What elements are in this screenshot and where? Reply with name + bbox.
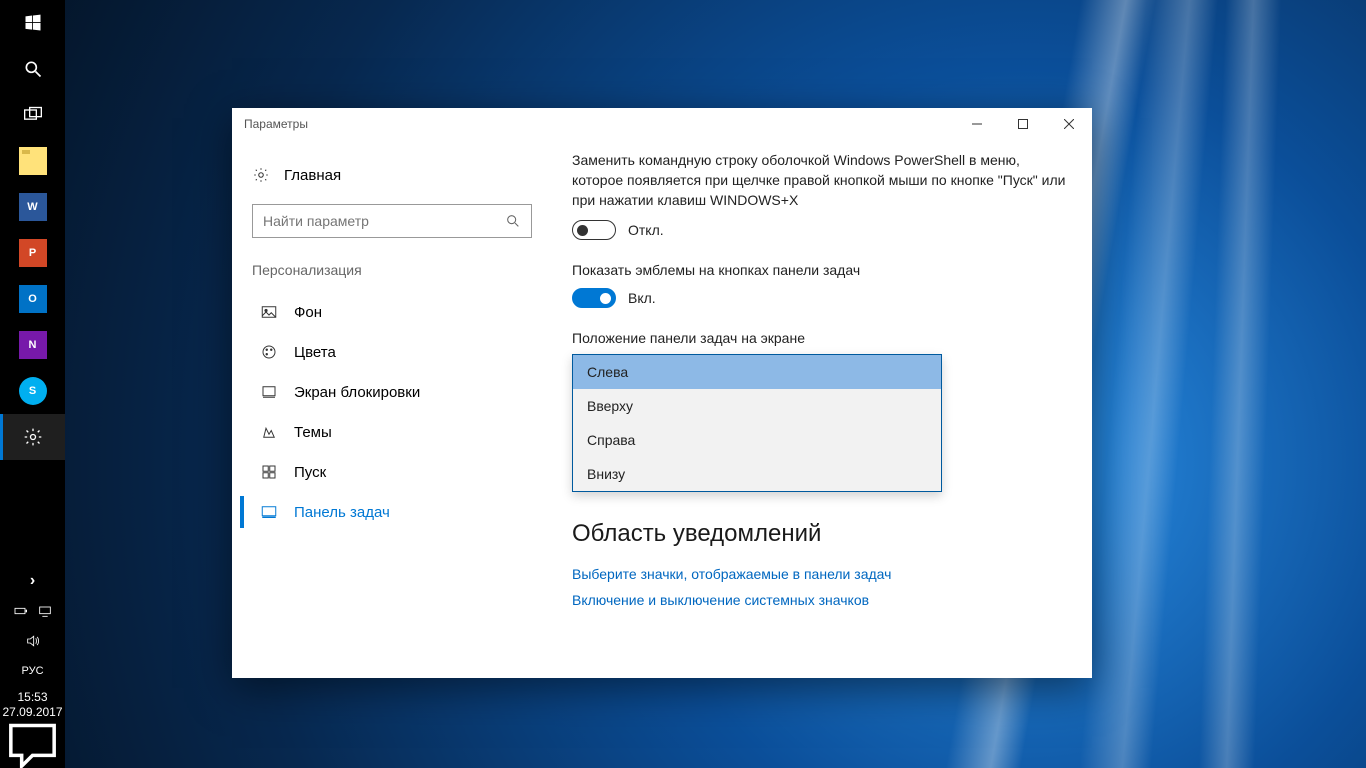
window-titlebar[interactable]: Параметры <box>232 108 1092 140</box>
link-select-icons[interactable]: Выберите значки, отображаемые в панели з… <box>572 566 1072 582</box>
link-system-icons[interactable]: Включение и выключение системных значков <box>572 592 1072 608</box>
taskbar-app-outlook[interactable]: O <box>0 276 65 322</box>
nav-start[interactable]: Пуск <box>240 452 544 492</box>
settings-window: Параметры Главная Персонализация Фон <box>232 108 1092 678</box>
image-icon <box>260 303 278 321</box>
nav-taskbar[interactable]: Панель задач <box>240 492 544 532</box>
close-button[interactable] <box>1046 108 1092 140</box>
nav-label: Темы <box>294 424 332 441</box>
minimize-button[interactable] <box>954 108 1000 140</box>
palette-icon <box>260 343 278 361</box>
taskbar-icon <box>260 503 278 521</box>
window-controls <box>954 108 1092 140</box>
explorer-icon <box>19 147 47 175</box>
powerpoint-icon: P <box>19 239 47 267</box>
start-button[interactable] <box>0 0 65 46</box>
action-center-icon <box>0 712 65 768</box>
nav-lockscreen[interactable]: Экран блокировки <box>240 372 544 412</box>
sidebar-home[interactable]: Главная <box>240 158 544 192</box>
dropdown-option-right[interactable]: Справа <box>573 423 941 457</box>
dropdown-option-top[interactable]: Вверху <box>573 389 941 423</box>
nav-themes[interactable]: Темы <box>240 412 544 452</box>
tray-language-button[interactable]: РУС <box>0 656 65 686</box>
notification-area-header: Область уведомлений <box>572 520 1072 548</box>
skype-icon: S <box>19 377 47 405</box>
windows-icon <box>23 13 43 33</box>
nav-label: Панель задач <box>294 504 390 521</box>
taskbar-position-dropdown[interactable]: Слева Вверху Справа Внизу <box>572 354 942 492</box>
taskbar-app-explorer[interactable] <box>0 138 65 184</box>
nav-colors[interactable]: Цвета <box>240 332 544 372</box>
system-tray: › РУС 15:53 27.09.2017 <box>0 566 65 768</box>
taskbar: W P O N S › РУС 15: <box>0 0 65 768</box>
task-view-button[interactable] <box>0 92 65 138</box>
sidebar-home-label: Главная <box>284 167 341 184</box>
toggle-powershell-switch[interactable] <box>572 220 616 240</box>
nav-label: Экран блокировки <box>294 384 420 401</box>
start-grid-icon <box>260 463 278 481</box>
toggle-badges-switch[interactable] <box>572 288 616 308</box>
nav-label: Пуск <box>294 464 326 481</box>
setting-position-label: Положение панели задач на экране <box>572 330 1072 346</box>
network-icon <box>37 603 53 619</box>
taskview-icon <box>23 105 43 125</box>
search-icon <box>505 213 521 229</box>
tray-overflow-button[interactable]: › <box>0 566 65 596</box>
toggle-knob <box>577 225 588 236</box>
language-indicator: РУС <box>21 665 43 677</box>
maximize-button[interactable] <box>1000 108 1046 140</box>
themes-icon <box>260 423 278 441</box>
nav-background[interactable]: Фон <box>240 292 544 332</box>
tray-battery-network-row[interactable] <box>0 596 65 626</box>
chevron-right-icon: › <box>30 572 35 590</box>
word-icon: W <box>19 193 47 221</box>
nav-label: Цвета <box>294 344 336 361</box>
volume-icon <box>25 633 41 649</box>
toggle-powershell-label: Откл. <box>628 222 664 238</box>
taskbar-app-skype[interactable]: S <box>0 368 65 414</box>
settings-content: Заменить командную строку оболочкой Wind… <box>552 140 1092 678</box>
window-title: Параметры <box>244 117 308 131</box>
battery-icon <box>13 603 29 619</box>
sidebar-section-title: Персонализация <box>240 256 544 292</box>
toggle-knob <box>600 293 611 304</box>
settings-sidebar: Главная Персонализация Фон Цвета Экран б… <box>232 140 552 678</box>
taskbar-top: W P O N S <box>0 0 65 460</box>
search-input[interactable] <box>263 213 505 229</box>
tray-volume-button[interactable] <box>0 626 65 656</box>
taskbar-search-button[interactable] <box>0 46 65 92</box>
taskbar-app-powerpoint[interactable]: P <box>0 230 65 276</box>
taskbar-app-word[interactable]: W <box>0 184 65 230</box>
dropdown-option-left[interactable]: Слева <box>573 355 941 389</box>
taskbar-app-onenote[interactable]: N <box>0 322 65 368</box>
settings-search[interactable] <box>252 204 532 238</box>
toggle-badges-label: Вкл. <box>628 290 656 306</box>
setting-badges-label: Показать эмблемы на кнопках панели задач <box>572 262 1072 278</box>
onenote-icon: N <box>19 331 47 359</box>
gear-icon <box>252 166 270 184</box>
search-icon <box>23 59 43 79</box>
nav-label: Фон <box>294 304 322 321</box>
action-center-button[interactable] <box>0 724 65 764</box>
toggle-badges: Вкл. <box>572 288 1072 308</box>
tray-time: 15:53 <box>2 690 62 705</box>
taskbar-spacer <box>0 460 65 566</box>
lockscreen-icon <box>260 383 278 401</box>
gear-icon <box>23 427 43 447</box>
taskbar-app-settings[interactable] <box>0 414 65 460</box>
outlook-icon: O <box>19 285 47 313</box>
settings-body: Главная Персонализация Фон Цвета Экран б… <box>232 140 1092 678</box>
setting-powershell-desc: Заменить командную строку оболочкой Wind… <box>572 150 1072 210</box>
toggle-powershell: Откл. <box>572 220 1072 240</box>
dropdown-option-bottom[interactable]: Внизу <box>573 457 941 491</box>
